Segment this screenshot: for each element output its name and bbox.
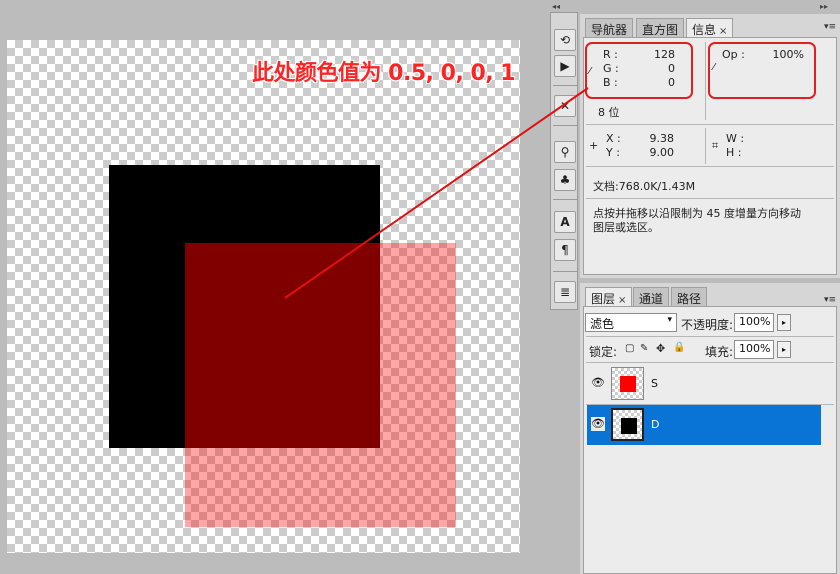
panel-menu-icon[interactable]: ▾≡ <box>824 22 836 32</box>
opacity-label: 不透明度: <box>681 318 734 332</box>
fill-input[interactable]: 100% <box>734 340 774 359</box>
close-icon[interactable]: × <box>618 295 626 306</box>
tool-strip-panel: ⟲ ▶ ✕ ⚲ ♣ A ¶ ≣ <box>550 12 578 310</box>
document-canvas[interactable] <box>7 40 520 553</box>
document-workspace: 此处颜色值为 0.5, 0, 0, 1 <box>0 0 548 574</box>
layer-row-d[interactable]: 👁 D <box>587 405 821 445</box>
panel-menu-icon[interactable]: ▾≡ <box>824 295 836 305</box>
y-label: Y : <box>606 146 620 159</box>
tab-histogram[interactable]: 直方图 <box>636 18 685 37</box>
divider <box>586 166 834 167</box>
divider <box>586 336 834 337</box>
panel-icon-strip: ◂◂ ⟲ ▶ ✕ ⚲ ♣ A ¶ ≣ <box>548 0 580 574</box>
fill-arrow-icon[interactable]: ▸ <box>777 341 791 358</box>
layer-name: S <box>651 377 658 390</box>
lock-transparency-icon[interactable]: ▢ <box>625 343 634 354</box>
x-value: 9.38 <box>649 132 675 145</box>
layers-panel: 图层 × 通道 路径 ▾≡ 滤色 ▾ 不透明度: 100% ▸ 锁定: ▢ ✎ ✥… <box>580 283 840 574</box>
layer-thumbnail <box>611 408 644 441</box>
hint-line-2: 图层或选区。 <box>593 221 659 234</box>
op-highlight-box <box>708 42 816 99</box>
info-panel: 导航器 直方图 信息 × ▾≡ ⁄ R : 128 G : 0 B : 0 Op … <box>580 14 840 278</box>
layer-row-s[interactable]: 👁 S <box>587 364 821 404</box>
divider <box>586 124 834 125</box>
collapse-panels-icon[interactable]: ▸▸ <box>820 2 828 11</box>
tool-separator <box>553 271 577 272</box>
fill-label: 填充: <box>705 345 734 359</box>
doc-size: 文档:768.0K/1.43M <box>593 180 696 193</box>
y-value: 9.00 <box>649 146 675 159</box>
tools-icon[interactable]: ✕ <box>554 95 576 117</box>
clone-source-icon[interactable]: ♣ <box>554 169 576 191</box>
layer-thumbnail-fill <box>621 418 637 434</box>
x-label: X : <box>606 132 621 145</box>
opacity-input[interactable]: 100% <box>734 313 774 332</box>
divider <box>705 42 706 120</box>
lock-pixels-icon[interactable]: ✎ <box>640 343 648 354</box>
chevron-down-icon: ▾ <box>667 315 672 325</box>
divider <box>705 128 706 164</box>
info-panel-body: ⁄ R : 128 G : 0 B : 0 Op : 100% ⁄ 8 位 + … <box>583 37 837 275</box>
tab-navigator[interactable]: 导航器 <box>585 18 634 37</box>
divider <box>586 362 834 363</box>
opacity-arrow-icon[interactable]: ▸ <box>777 314 791 331</box>
brush-icon[interactable]: ⚲ <box>554 141 576 163</box>
tab-paths[interactable]: 路径 <box>671 287 708 306</box>
overlap-region <box>185 243 380 448</box>
right-panel-column: ▸▸ 导航器 直方图 信息 × ▾≡ ⁄ R : 128 G : 0 B : 0 … <box>580 0 840 574</box>
paragraph-icon[interactable]: ¶ <box>554 239 576 261</box>
lock-all-icon[interactable]: 🔒 <box>673 342 685 353</box>
tab-channels[interactable]: 通道 <box>633 287 670 306</box>
collapse-strip-icon[interactable]: ◂◂ <box>552 2 560 11</box>
w-label: W : <box>726 132 745 145</box>
tool-separator <box>553 199 577 200</box>
layer-thumbnail-fill <box>620 376 636 392</box>
annotation-text: 此处颜色值为 0.5, 0, 0, 1 <box>252 61 516 86</box>
bit-depth: 8 位 <box>598 106 620 119</box>
rgb-highlight-box <box>585 42 693 99</box>
lock-label: 锁定: <box>589 345 618 359</box>
blend-mode-value: 滤色 <box>590 317 615 331</box>
crosshair-icon: + <box>589 139 599 152</box>
notes-icon[interactable]: ≣ <box>554 281 576 303</box>
eye-icon[interactable]: 👁 <box>591 417 605 431</box>
layer-name: D <box>651 418 660 431</box>
blend-mode-select[interactable]: 滤色 ▾ <box>585 313 677 332</box>
tool-separator <box>553 85 577 86</box>
close-icon[interactable]: × <box>719 26 727 37</box>
tab-info[interactable]: 信息 × <box>686 18 734 37</box>
layer-thumbnail <box>611 367 644 400</box>
lock-position-icon[interactable]: ✥ <box>656 342 665 355</box>
tool-separator <box>553 125 577 126</box>
divider <box>586 198 834 199</box>
history-icon[interactable]: ⟲ <box>554 29 576 51</box>
layers-panel-body: 滤色 ▾ 不透明度: 100% ▸ 锁定: ▢ ✎ ✥ 🔒 填充: 100% ▸… <box>583 306 837 574</box>
h-label: H : <box>726 146 742 159</box>
character-icon[interactable]: A <box>554 211 576 233</box>
actions-icon[interactable]: ▶ <box>554 55 576 77</box>
eye-icon[interactable]: 👁 <box>591 376 605 390</box>
tab-layers[interactable]: 图层 × <box>585 287 633 306</box>
selection-size-icon: ⌗ <box>712 139 719 152</box>
